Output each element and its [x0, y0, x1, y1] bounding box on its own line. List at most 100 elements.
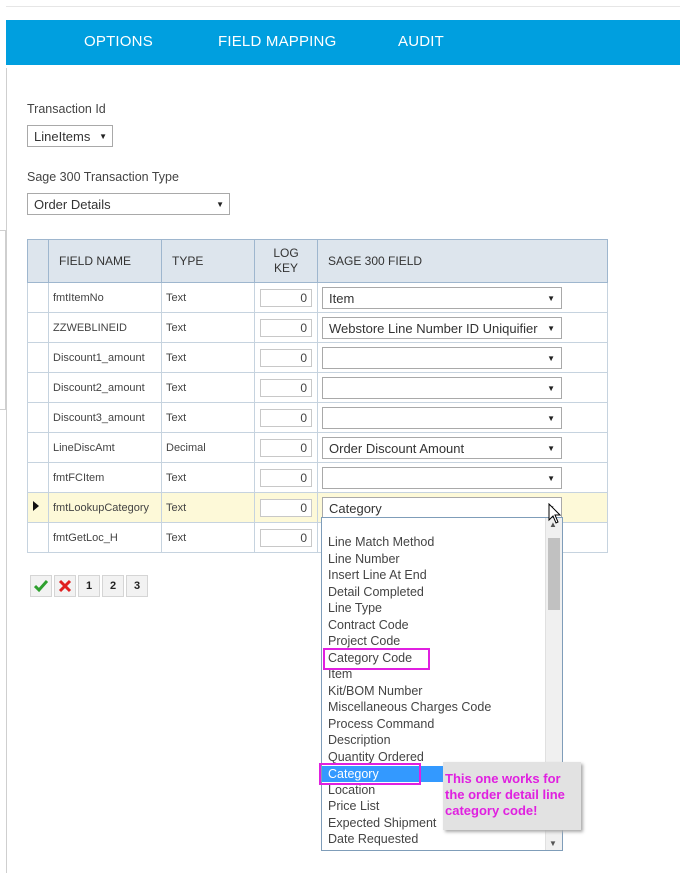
dropdown-option[interactable]: Contract Code [328, 618, 409, 632]
type-cell: Text [161, 522, 255, 553]
dropdown-option[interactable]: Line Number [328, 552, 400, 566]
dropdown-option[interactable]: Process Command [328, 717, 434, 731]
sage-field-select[interactable]: Webstore Line Number ID Uniquifier ▼ [322, 316, 562, 339]
page-2-button[interactable]: 2 [102, 575, 124, 597]
field-name-cell: fmtItemNo [48, 282, 162, 313]
table-row[interactable]: ZZWEBLINEID Text 0 Webstore Line Number ID … [27, 312, 608, 343]
left-panel-edge [0, 230, 6, 410]
dropdown-option[interactable]: Price List [328, 799, 379, 813]
chevron-down-icon: ▼ [547, 353, 555, 363]
nav-bar: OPTIONS FIELD MAPPING AUDIT [6, 20, 680, 65]
field-name-cell: Discount3_amount [48, 402, 162, 433]
table-row[interactable]: Discount1_amount Text 0 ▼ [27, 342, 608, 373]
log-key-input[interactable]: 0 [260, 528, 312, 547]
type-cell: Text [161, 342, 255, 373]
field-name-cell: LineDiscAmt [48, 432, 162, 463]
field-mapping-grid: FIELD NAME TYPE LOG KEY SAGE 300 FIELD f… [27, 239, 608, 553]
sage-field-select[interactable]: ▼ [322, 376, 562, 399]
row-indicator[interactable] [27, 432, 49, 463]
tab-options[interactable]: OPTIONS [84, 33, 153, 50]
dropdown-option[interactable]: Miscellaneous Charges Code [328, 700, 491, 714]
sage-field-cell: ▼ [317, 402, 608, 433]
log-key-cell: 0 [254, 282, 318, 313]
sage-field-cell: ▼ [317, 372, 608, 403]
type-cell: Text [161, 312, 255, 343]
close-icon [58, 579, 72, 593]
dropdown-option[interactable]: Line Match Method [328, 535, 434, 549]
log-key-cell: 0 [254, 492, 318, 523]
sage-field-value: Webstore Line Number ID Uniquifier [329, 320, 538, 336]
row-indicator[interactable] [27, 402, 49, 433]
header-log-key[interactable]: LOG KEY [254, 239, 318, 283]
dropdown-option[interactable]: Project Code [328, 634, 400, 648]
row-indicator[interactable] [27, 372, 49, 403]
transaction-id-label: Transaction Id [27, 102, 106, 116]
sage-field-select[interactable]: Category▼ [322, 496, 562, 519]
field-name-cell: fmtLookupCategory [48, 492, 162, 523]
table-row[interactable]: Discount2_amount Text 0 ▼ [27, 372, 608, 403]
log-key-input[interactable]: 0 [260, 408, 312, 427]
chevron-down-icon: ▼ [216, 200, 224, 209]
grid-header-row: FIELD NAME TYPE LOG KEY SAGE 300 FIELD [27, 239, 608, 283]
log-key-input[interactable]: 0 [260, 498, 312, 517]
row-indicator[interactable] [27, 312, 49, 343]
log-key-cell: 0 [254, 432, 318, 463]
row-indicator[interactable] [27, 282, 49, 313]
field-name-cell: fmtGetLoc_H [48, 522, 162, 553]
log-key-input[interactable]: 0 [260, 438, 312, 457]
dropdown-option[interactable]: Date Requested [328, 832, 418, 846]
log-key-cell: 0 [254, 342, 318, 373]
dropdown-option[interactable]: Quantity Ordered [328, 750, 424, 764]
log-key-cell: 0 [254, 402, 318, 433]
transaction-id-select[interactable]: LineItems ▼ [27, 125, 113, 147]
row-indicator[interactable] [27, 492, 49, 523]
tab-field-mapping[interactable]: FIELD MAPPING [218, 33, 336, 50]
log-key-input[interactable]: 0 [260, 288, 312, 307]
row-indicator[interactable] [27, 522, 49, 553]
type-cell: Text [161, 492, 255, 523]
transaction-type-select[interactable]: Order Details ▼ [27, 193, 230, 215]
sage-field-select[interactable]: Item ▼ [322, 286, 562, 309]
log-key-cell: 0 [254, 312, 318, 343]
dropdown-option[interactable]: Description [328, 733, 391, 747]
sage-field-select[interactable]: ▼ [322, 466, 562, 489]
dropdown-option[interactable]: Expected Shipment [328, 816, 436, 830]
dropdown-option[interactable]: Line Type [328, 601, 382, 615]
page-3-button[interactable]: 3 [126, 575, 148, 597]
sage-field-select[interactable]: Order Discount Amount ▼ [322, 436, 562, 459]
log-key-input[interactable]: 0 [260, 468, 312, 487]
table-row[interactable]: LineDiscAmt Decimal 0 Order Discount Amount… [27, 432, 608, 463]
chevron-down-icon: ▼ [99, 132, 107, 141]
mouse-cursor-icon [548, 503, 562, 524]
dropdown-option[interactable]: Kit/BOM Number [328, 684, 422, 698]
confirm-button[interactable] [30, 575, 52, 597]
log-key-input[interactable]: 0 [260, 378, 312, 397]
sage-field-value: Item [329, 290, 355, 306]
table-row[interactable]: Discount3_amount Text 0 ▼ [27, 402, 608, 433]
chevron-down-icon: ▼ [547, 323, 555, 333]
row-indicator[interactable] [27, 462, 49, 493]
type-cell: Text [161, 462, 255, 493]
table-row[interactable]: fmtItemNo Text 0 Item ▼ [27, 282, 608, 313]
dropdown-option[interactable]: Insert Line At End [328, 568, 427, 582]
row-indicator[interactable] [27, 342, 49, 373]
table-row[interactable]: fmtFCItem Text 0 ▼ [27, 462, 608, 493]
field-name-cell: ZZWEBLINEID [48, 312, 162, 343]
header-sage-field[interactable]: SAGE 300 FIELD [317, 239, 608, 283]
row-pointer-icon [33, 501, 39, 511]
log-key-cell: 0 [254, 372, 318, 403]
sage-field-select[interactable]: ▼ [322, 406, 562, 429]
header-type[interactable]: TYPE [161, 239, 255, 283]
page-1-button[interactable]: 1 [78, 575, 100, 597]
log-key-cell: 0 [254, 462, 318, 493]
log-key-input[interactable]: 0 [260, 318, 312, 337]
dropdown-option[interactable]: Detail Completed [328, 585, 424, 599]
sage-field-cell: ▼ [317, 342, 608, 373]
log-key-input[interactable]: 0 [260, 348, 312, 367]
scroll-down-icon[interactable]: ▼ [549, 839, 557, 848]
header-field-name[interactable]: FIELD NAME [48, 239, 162, 283]
sage-field-select[interactable]: ▼ [322, 346, 562, 369]
cancel-button[interactable] [54, 575, 76, 597]
tab-audit[interactable]: AUDIT [398, 33, 444, 50]
scrollbar-thumb[interactable] [548, 538, 560, 610]
